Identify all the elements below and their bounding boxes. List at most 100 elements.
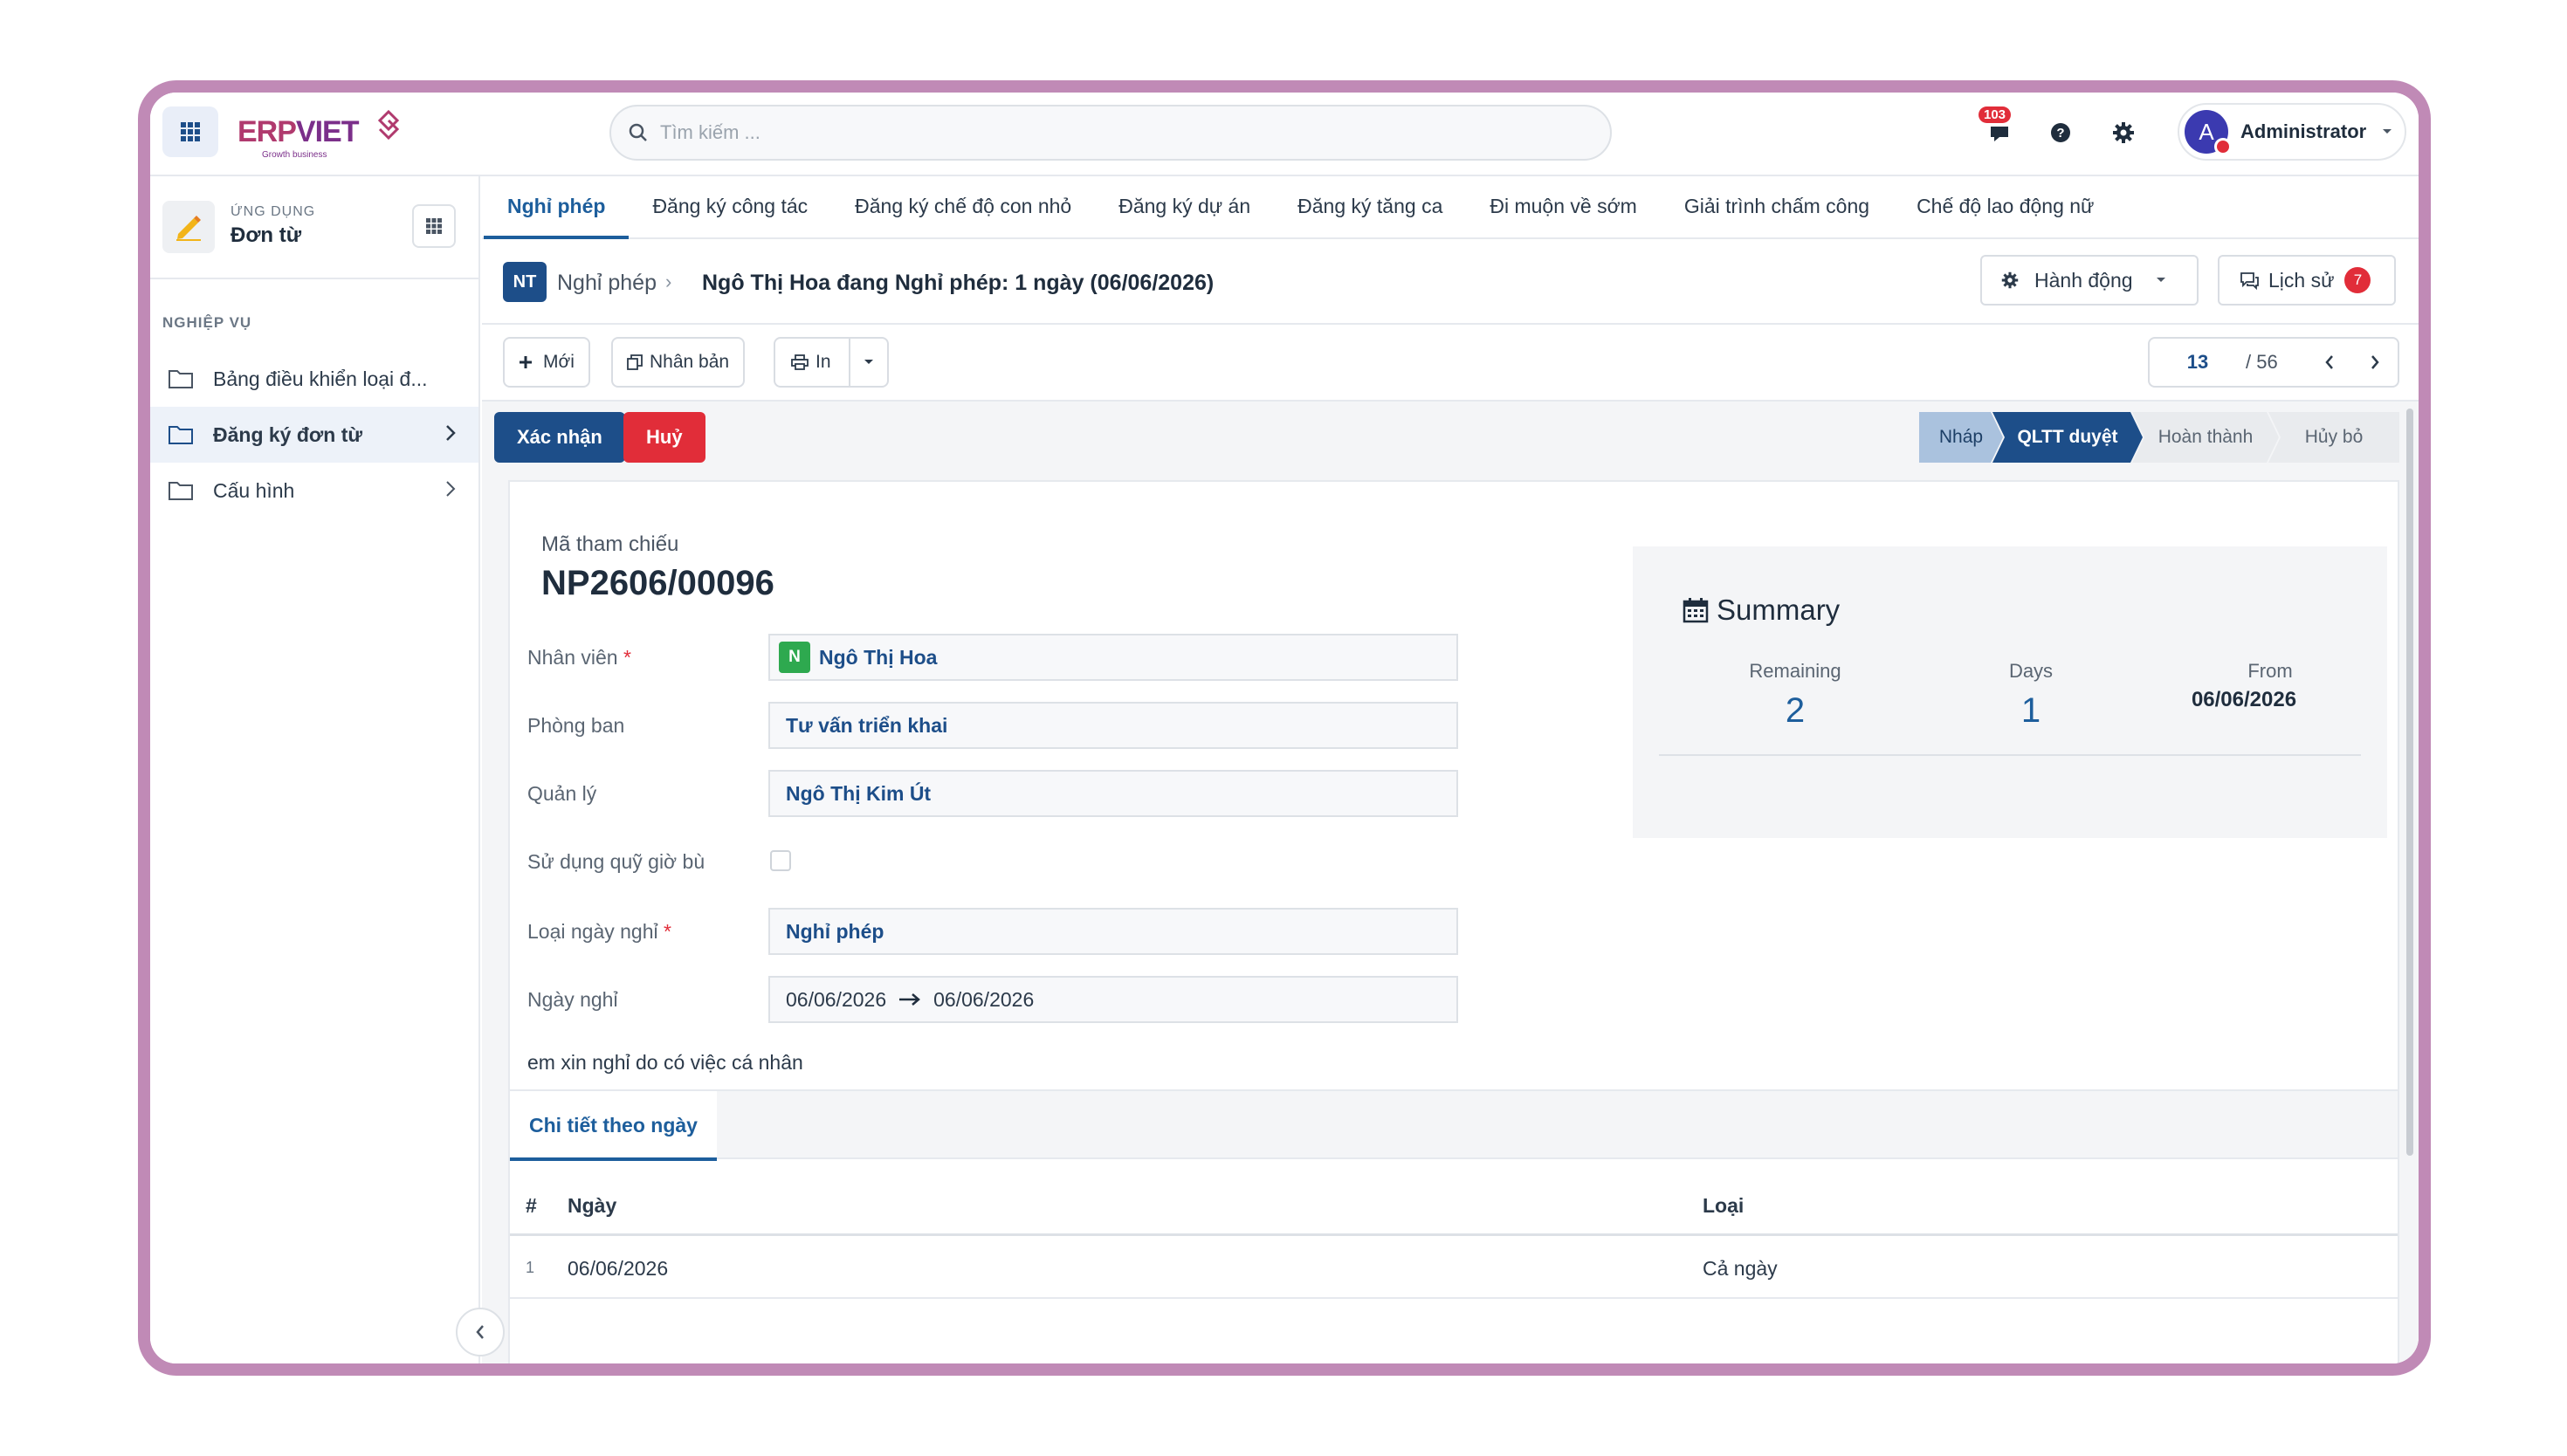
row-type: Cả ngày [1703,1257,1778,1280]
summary-panel: Summary Remaining 2 Days 1 From 06/06/20… [1633,546,2387,838]
notifications-button[interactable]: 103 [1979,106,2017,152]
page-title: Ngô Thị Hoa đang Nghỉ phép: 1 ngày (06/0… [702,271,1215,295]
history-count-badge: 7 [2344,267,2371,293]
scrollbar[interactable] [2406,409,2413,1156]
manager-field: Quản lý Ngô Thị Kim Út [510,770,1470,819]
folder-icon [169,482,193,500]
caret-down-icon [864,360,873,364]
sidebar-item-label: Cấu hình [213,478,295,502]
pager-current[interactable]: 13 [2150,351,2246,374]
pager-total: / 56 [2246,351,2278,373]
app-switch-button[interactable] [412,204,456,248]
history-label: Lịch sử [2268,268,2335,292]
from-label: From [2247,660,2293,682]
breadcrumb-parent-link[interactable]: Nghỉ phép [557,271,657,296]
tab-business-trip[interactable]: Đăng ký công tác [629,175,831,237]
pager-prev-button[interactable] [2307,354,2352,370]
tab-female-labor[interactable]: Chế độ lao động nữ [1893,175,2117,237]
help-button[interactable]: ? [2043,113,2078,152]
department-label: Phòng ban [527,714,625,737]
employee-label: Nhân viên [527,646,618,669]
use-comp-checkbox[interactable] [770,850,791,871]
search-input[interactable] [660,121,1446,144]
stage-manager-approve[interactable]: QLTT duyệt [1992,412,2143,463]
new-button[interactable]: Mới [503,337,590,388]
status-dot-icon [2214,138,2232,155]
reason-note[interactable]: em xin nghỉ do có việc cá nhân [527,1051,803,1075]
user-menu[interactable]: A Administrator [2178,103,2406,161]
employee-value: Ngô Thị Hoa [819,645,938,669]
employee-input[interactable]: N Ngô Thị Hoa [768,634,1458,681]
stage-done[interactable]: Hoàn thành [2132,412,2279,463]
employee-field: Nhân viên * N Ngô Thị Hoa [510,634,1470,683]
arrow-right-icon [899,993,921,1006]
breadcrumb-separator: › [665,271,672,292]
stage-draft[interactable]: Nháp [1919,412,2003,463]
copy-icon [627,354,643,370]
actions-dropdown[interactable]: Hành động [1980,255,2199,306]
top-navbar: ERPVIET Growth business 103 [150,93,2419,176]
column-index: # [526,1194,537,1217]
app-icon [162,201,215,253]
chevron-right-icon [446,425,456,441]
tab-project[interactable]: Đăng ký dự án [1095,175,1274,237]
chevron-left-icon [2325,355,2333,369]
caret-down-icon [2383,129,2392,134]
settings-button[interactable] [2106,113,2141,152]
form-toolbar: Mới Nhân bản In 13 / 56 [482,325,2419,402]
remaining-label: Remaining [1749,660,1841,682]
pager-next-button[interactable] [2352,354,2398,370]
calendar-icon [1683,598,1709,623]
history-button[interactable]: Lịch sử 7 [2218,255,2396,306]
sidebar-item-request[interactable]: Đăng ký đơn từ [150,407,478,463]
chevron-right-icon [446,481,456,497]
record-pager: 13 / 56 [2148,337,2399,388]
department-input[interactable]: Tư vấn triển khai [768,702,1458,749]
user-name: Administrator [2240,120,2367,142]
tab-child-care[interactable]: Đăng ký chế độ con nhỏ [831,175,1095,237]
chat-icon [2240,272,2259,290]
table-row[interactable]: 1 06/06/2026 Cả ngày [510,1236,2398,1299]
chevron-left-icon [476,1325,484,1339]
sidebar-item-dashboard[interactable]: Bảng điều khiển loại đ... [150,351,478,407]
manager-input[interactable]: Ngô Thị Kim Út [768,770,1458,817]
logo-mark-icon [377,109,400,141]
confirm-button[interactable]: Xác nhận [494,412,625,463]
notification-count-badge: 103 [1979,106,2012,123]
status-pipeline: Nháp QLTT duyệt Hoàn thành Hủy bỏ [1919,412,2399,463]
apps-menu-button[interactable] [162,106,218,157]
column-date[interactable]: Ngày [568,1194,616,1218]
sidebar-item-label: Bảng điều khiển loại đ... [213,367,428,390]
column-type[interactable]: Loại [1703,1194,1744,1218]
cancel-button[interactable]: Huỷ [623,412,705,463]
date-from-input[interactable]: 06/06/2026 [786,988,886,1012]
erpviet-logo[interactable]: ERPVIET Growth business [237,108,412,161]
folder-icon [169,426,193,444]
search-bar[interactable] [609,105,1612,161]
stage-cancelled[interactable]: Hủy bỏ [2268,412,2399,463]
actions-label: Hành động [2034,268,2133,292]
tab-daily-detail[interactable]: Chi tiết theo ngày [510,1091,717,1161]
required-mark: * [623,646,631,669]
app-header: ỨNG DỤNG Đơn từ [150,176,478,279]
form-sheet: Mã tham chiếu NP2606/00096 Nhân viên * N… [508,480,2399,1363]
chevron-right-icon [2371,355,2379,369]
app-label-small: ỨNG DỤNG [231,204,316,219]
sidebar-item-label: Đăng ký đơn từ [213,422,363,446]
device-frame: ERPVIET Growth business 103 [138,80,2431,1376]
logo-tagline: Growth business [262,150,327,160]
print-button-group[interactable]: In [774,337,889,388]
leave-type-input[interactable]: Nghỉ phép [768,908,1458,955]
print-button[interactable]: In [775,339,850,386]
leave-type-field: Loại ngày nghỉ * Nghỉ phép [510,908,1470,957]
tab-late-early[interactable]: Đi muộn về sớm [1466,175,1660,237]
duplicate-button[interactable]: Nhân bản [611,337,746,388]
chat-bubble-icon [1991,127,2008,141]
sidebar-item-config[interactable]: Cấu hình [150,463,478,519]
tab-overtime[interactable]: Đăng ký tăng ca [1274,175,1466,237]
tab-attendance-explain[interactable]: Giải trình chấm công [1661,175,1893,237]
date-to-input[interactable]: 06/06/2026 [933,988,1034,1012]
tab-leave[interactable]: Nghỉ phép [484,175,630,239]
print-dropdown-toggle[interactable] [850,359,887,366]
collapse-sidebar-button[interactable] [456,1308,505,1356]
